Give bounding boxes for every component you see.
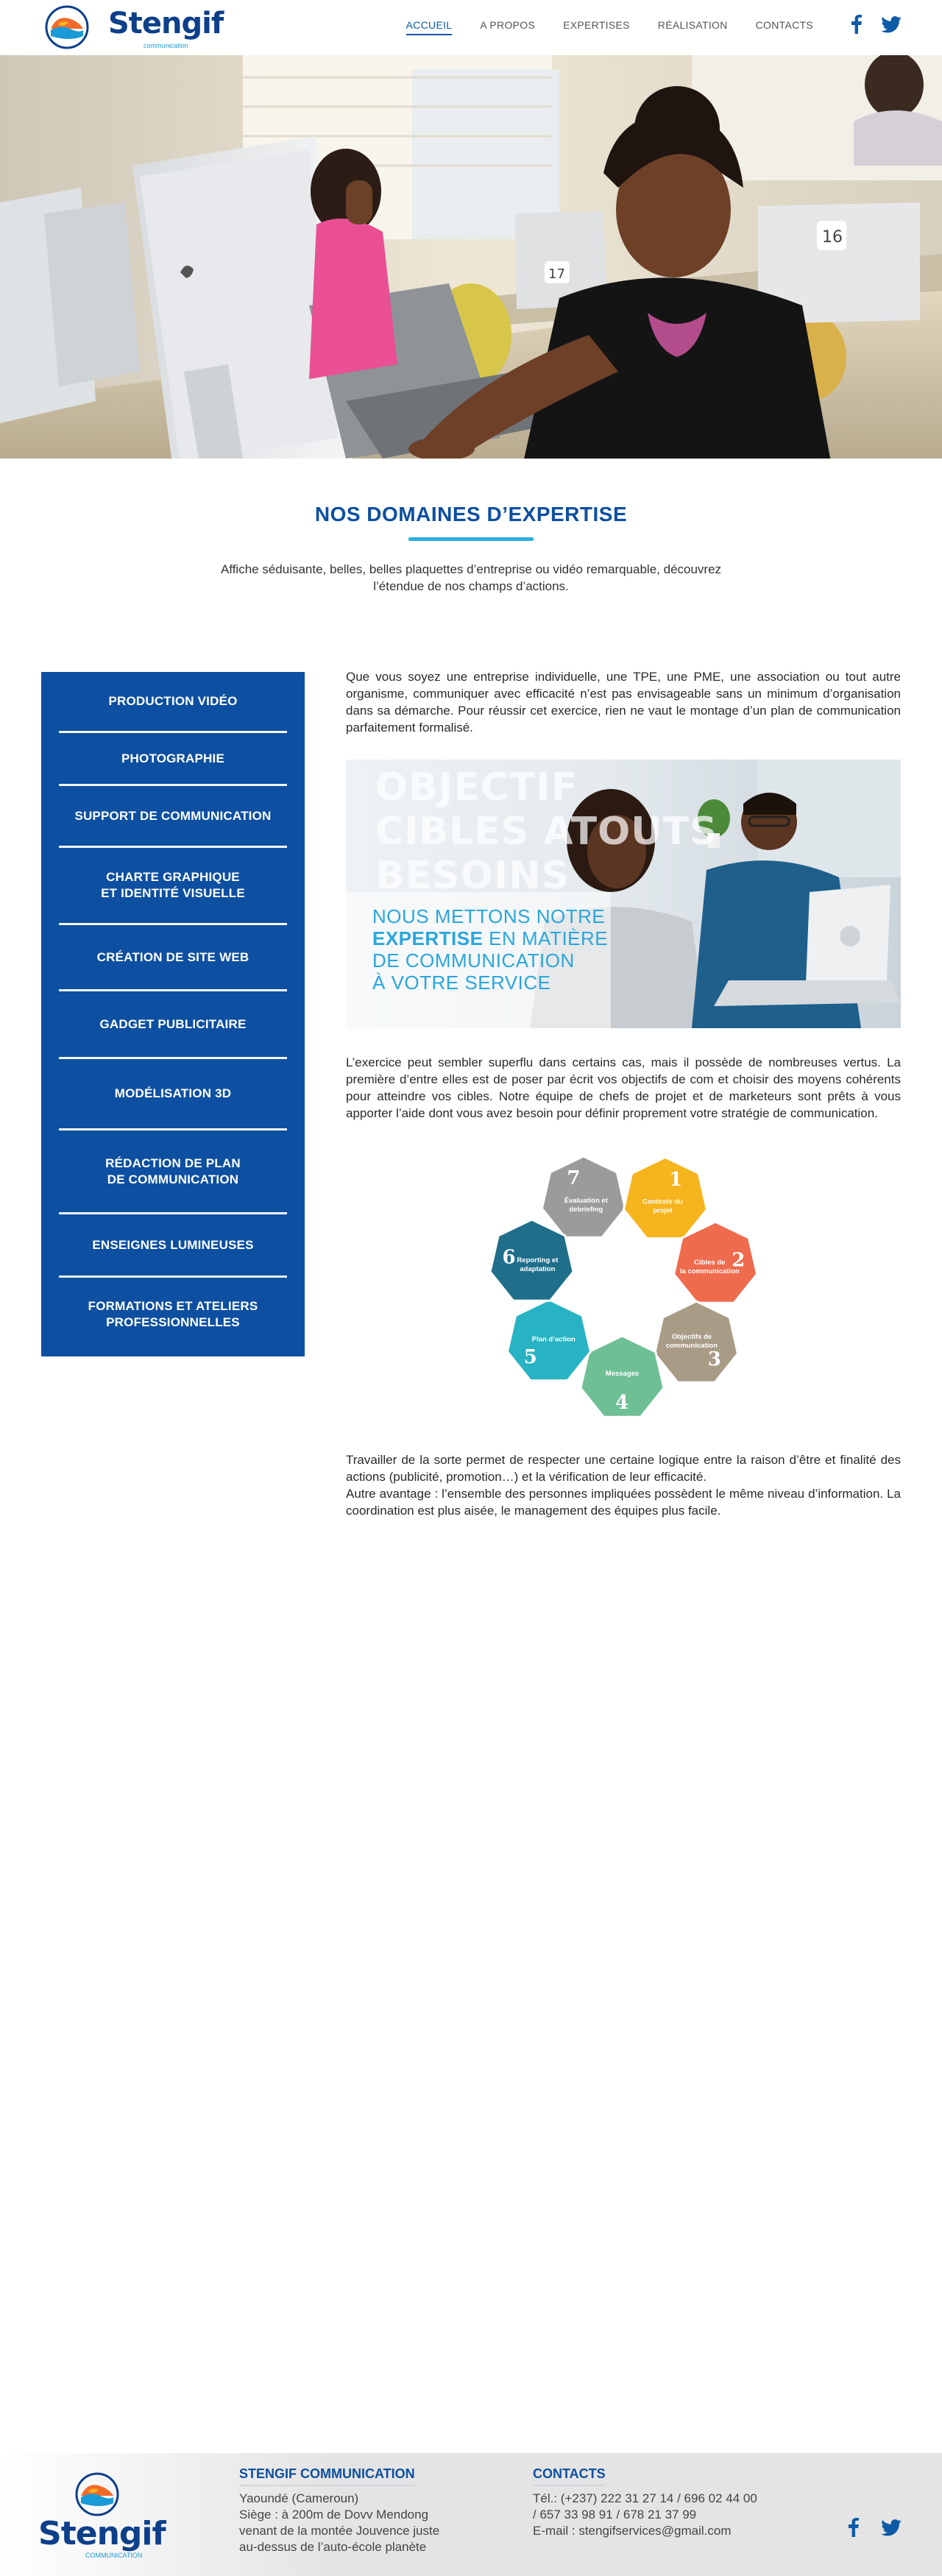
sidebar-item-creation-site-web[interactable]: CRÉATION DE SITE WEB bbox=[41, 925, 305, 989]
footer-address-line: Siège : à 200m de Dovv Mendong bbox=[239, 2508, 429, 2522]
sidebar-item-production-video[interactable]: PRODUCTION VIDÉO bbox=[41, 672, 305, 731]
cycle-step-label: la communication bbox=[680, 1267, 740, 1275]
communication-cycle-diagram: 7 Évaluation et debriefing 1 Contexte du proj… bbox=[487, 1152, 759, 1418]
banner-line-3: DE COMMUNICATION bbox=[372, 949, 575, 972]
nav-realisation[interactable]: RÉALISATION bbox=[658, 19, 728, 35]
footer-social bbox=[849, 2518, 902, 2537]
svg-text:16: 16 bbox=[822, 228, 843, 247]
brand-logo[interactable]: Stengif communication bbox=[40, 4, 224, 51]
hero-image: 16 17 bbox=[0, 55, 942, 459]
banner-line-4: À VOTRE SERVICE bbox=[372, 972, 551, 994]
banner-line-2-bold: EXPERTISE bbox=[372, 927, 484, 949]
sidebar-item-modelisation-3d[interactable]: MODÉLISATION 3D bbox=[41, 1059, 305, 1128]
cycle-step-label: projet bbox=[653, 1207, 673, 1215]
twitter-icon[interactable] bbox=[881, 15, 902, 33]
sidebar-item-enseignes-lumineuses[interactable]: ENSEIGNES LUMINEUSES bbox=[41, 1214, 305, 1275]
sidebar-item-redaction-plan[interactable]: RÉDACTION DE PLAN DE COMMUNICATION bbox=[41, 1130, 305, 1212]
footer-company-title: STENGIF COMMUNICATION bbox=[239, 2466, 415, 2486]
sidebar-divider bbox=[59, 1057, 287, 1059]
content-paragraph-logic: Travailler de la sorte permet de respect… bbox=[346, 1453, 901, 1484]
sidebar-divider bbox=[59, 1275, 287, 1278]
footer-brand-name: Stengif bbox=[38, 2515, 166, 2552]
expertise-banner: OBJECTIF CIBLES ATOUTS BESOINS NOUS METT… bbox=[346, 760, 901, 1028]
banner-watermark-3: BESOINS bbox=[375, 854, 570, 898]
sidebar-divider bbox=[59, 1212, 287, 1214]
sidebar-divider bbox=[59, 731, 287, 733]
footer-logo[interactable]: Stengif COMMUNICATION bbox=[38, 2471, 171, 2559]
cycle-step-label: Contexte du bbox=[642, 1198, 683, 1206]
cycle-step-label: Évaluation et bbox=[564, 1197, 609, 1205]
facebook-icon[interactable] bbox=[851, 15, 862, 34]
cycle-step-label: Plan d’action bbox=[532, 1336, 576, 1344]
cycle-step-number: 1 bbox=[669, 1169, 682, 1191]
footer-address-line: Yaoundé (Cameroun) bbox=[239, 2491, 359, 2505]
cycle-step-label: Messages bbox=[606, 1370, 639, 1378]
title-underline bbox=[408, 537, 534, 541]
cycle-step-number: 4 bbox=[615, 1392, 628, 1414]
sidebar-divider bbox=[59, 846, 287, 848]
cycle-step-label: debriefing bbox=[569, 1206, 603, 1214]
sidebar-divider bbox=[59, 1128, 287, 1130]
sidebar-divider bbox=[59, 989, 287, 991]
footer-contacts-block: CONTACTS Tél.: (+237) 222 31 27 14 / 696… bbox=[533, 2466, 757, 2539]
facebook-icon[interactable] bbox=[849, 2518, 859, 2537]
banner-line-2: EXPERTISE EN MATIÈRE bbox=[372, 927, 608, 949]
sidebar-divider bbox=[59, 784, 287, 786]
footer-brand-sub: COMMUNICATION bbox=[85, 2552, 143, 2559]
sidebar-item-support-communication[interactable]: SUPPORT DE COMMUNICATION bbox=[41, 786, 305, 846]
banner-watermark-2: CIBLES ATOUTS bbox=[375, 810, 718, 854]
cycle-step-label: communication bbox=[666, 1342, 718, 1350]
sidebar-divider bbox=[59, 923, 287, 925]
cycle-svg: 7 Évaluation etdebriefing 1 Contexte duproj… bbox=[489, 1155, 759, 1418]
content-paragraph-intro: Que vous soyez une entreprise individuel… bbox=[346, 670, 901, 735]
banner-line-1: NOUS METTONS NOTRE bbox=[372, 905, 606, 927]
section-title: NOS DOMAINES D’EXPERTISE bbox=[314, 503, 628, 526]
nav-contacts[interactable]: CONTACTS bbox=[756, 19, 813, 35]
hero-classroom-illustration: 16 17 bbox=[0, 55, 942, 459]
content-paragraph-advantage: Autre avantage : l’ensemble des personne… bbox=[346, 1487, 901, 1518]
cycle-step-label: Cibles de bbox=[694, 1259, 725, 1267]
cycle-step-number: 7 bbox=[567, 1167, 580, 1189]
nav-a-propos[interactable]: A PROPOS bbox=[480, 19, 535, 35]
cycle-step-number: 6 bbox=[503, 1247, 516, 1269]
footer-company-block: STENGIF COMMUNICATION Yaoundé (Cameroun)… bbox=[239, 2466, 439, 2555]
cycle-step-label: Objectifs de bbox=[672, 1333, 712, 1341]
cycle-step-label: adaptation bbox=[520, 1265, 555, 1273]
nav-accueil[interactable]: ACCUEIL bbox=[406, 19, 453, 35]
site-header: Stengif communication ACCUEIL A PROPOS E… bbox=[0, 0, 942, 55]
section-intro: Affiche séduisante, belles, belles plaqu… bbox=[220, 562, 722, 593]
brand-tagline: communication bbox=[144, 42, 188, 49]
header-social bbox=[851, 15, 902, 34]
sidebar-item-charte-graphique[interactable]: CHARTE GRAPHIQUE ET IDENTITÉ VISUELLE bbox=[41, 848, 305, 923]
cycle-step-number: 3 bbox=[708, 1348, 721, 1370]
sidebar-item-gadget-publicitaire[interactable]: GADGET PUBLICITAIRE bbox=[41, 991, 305, 1057]
banner-watermark-1: OBJECTIF bbox=[375, 765, 578, 810]
main-nav: ACCUEIL A PROPOS EXPERTISES RÉALISATION … bbox=[406, 19, 813, 35]
footer-contacts-title: CONTACTS bbox=[533, 2466, 606, 2486]
cycle-step-number: 5 bbox=[524, 1346, 537, 1368]
content-paragraph-strategy: L’exercice peut sembler superflu dans ce… bbox=[346, 1055, 901, 1120]
footer-address-line: au-dessus de l’auto-école planète bbox=[239, 2540, 427, 2554]
footer-logo-mark-icon bbox=[75, 2472, 119, 2516]
logo-mark-icon bbox=[45, 5, 89, 49]
banner-line-2-rest: EN MATIÈRE bbox=[483, 927, 609, 949]
brand-name: Stengif bbox=[108, 7, 224, 40]
footer-phone-line[interactable]: Tél.: (+237) 222 31 27 14 / 696 02 44 00 bbox=[533, 2491, 757, 2507]
nav-expertises[interactable]: EXPERTISES bbox=[563, 19, 630, 35]
cycle-step-label: Reporting et bbox=[517, 1256, 559, 1264]
footer-phone-line[interactable]: / 657 33 98 91 / 678 21 37 99 bbox=[533, 2507, 757, 2523]
sidebar-item-photographie[interactable]: PHOTOGRAPHIE bbox=[41, 733, 305, 784]
sidebar-item-formations-ateliers[interactable]: FORMATIONS ET ATELIERS PROFESSIONNELLES bbox=[41, 1278, 305, 1351]
twitter-icon[interactable] bbox=[881, 2519, 902, 2536]
expertise-sidebar: PRODUCTION VIDÉO PHOTOGRAPHIE SUPPORT DE… bbox=[41, 672, 305, 1356]
site-footer: Stengif COMMUNICATION STENGIF COMMUNICAT… bbox=[0, 2453, 942, 2576]
footer-email-line[interactable]: E-mail : stengifservices@gmail.com bbox=[533, 2523, 757, 2539]
svg-text:17: 17 bbox=[548, 266, 565, 282]
footer-address-line: venant de la montée Jouvence juste bbox=[239, 2524, 440, 2538]
